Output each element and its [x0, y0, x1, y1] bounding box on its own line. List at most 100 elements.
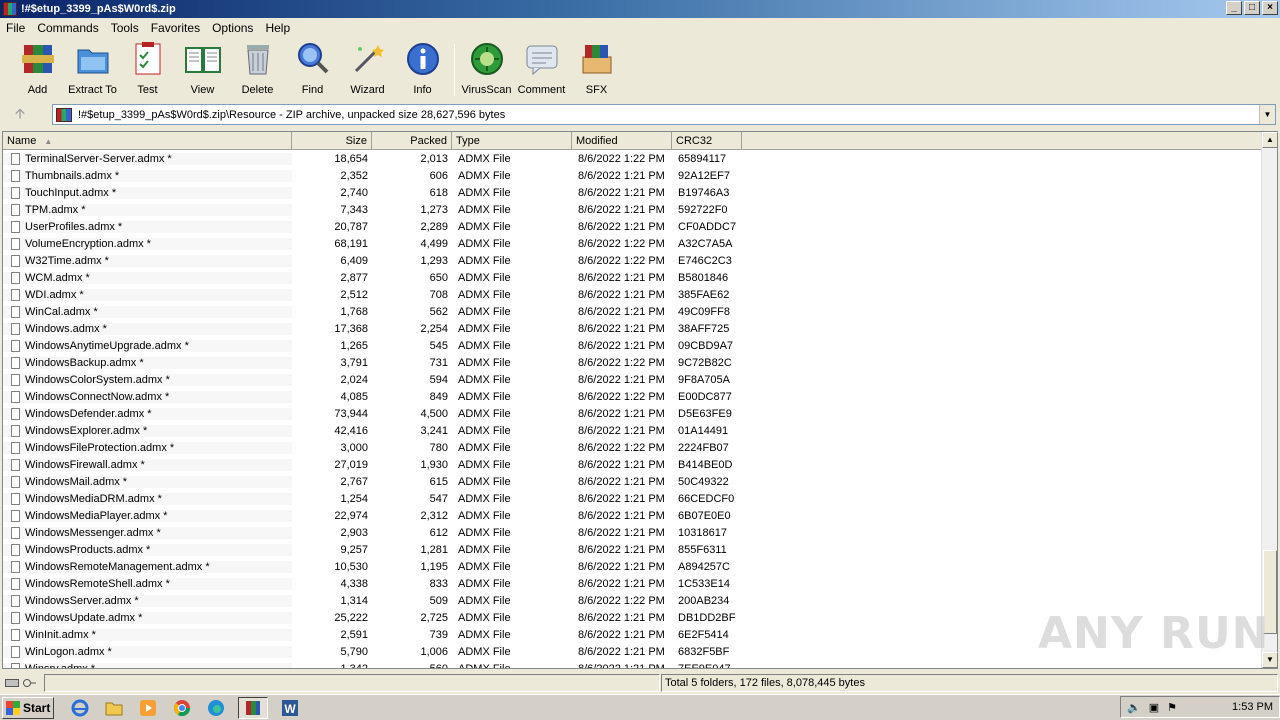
menu-favorites[interactable]: Favorites [145, 21, 206, 35]
cell-type: ADMX File [458, 220, 511, 233]
table-row[interactable]: WindowsMediaPlayer.admx * 22,974 2,312 ADMX… [3, 507, 1263, 524]
column-modified[interactable]: Modified [572, 132, 672, 150]
word-icon[interactable]: W [278, 697, 302, 719]
cell-type: ADMX File [458, 186, 511, 199]
table-row[interactable]: WindowsBackup.admx * 3,791 731 ADMX File 8/6… [3, 354, 1263, 371]
scroll-up-icon[interactable]: ▲ [1262, 132, 1278, 148]
column-crc32[interactable]: CRC32 [672, 132, 742, 150]
table-row[interactable]: TPM.admx * 7,343 1,273 ADMX File 8/6/2022 1:… [3, 201, 1263, 218]
test-button[interactable]: Test [120, 40, 175, 100]
view-label: View [190, 84, 215, 96]
table-row[interactable]: WDI.admx * 2,512 708 ADMX File 8/6/2022 1:21… [3, 286, 1263, 303]
table-row[interactable]: WindowsAnytimeUpgrade.admx * 1,265 545 ADMX… [3, 337, 1263, 354]
cell-crc32: E00DC877 [678, 390, 732, 403]
add-button[interactable]: Add [10, 40, 65, 100]
winrar-taskbar-icon[interactable] [238, 696, 268, 719]
title-bar[interactable]: !#$etup_3399_pAs$W0rd$.zip _ □ × [0, 0, 1280, 18]
menu-help[interactable]: Help [259, 21, 296, 35]
minimize-button[interactable]: _ [1226, 1, 1242, 15]
column-name[interactable]: Name ▲ [3, 132, 292, 150]
close-button[interactable]: × [1262, 1, 1278, 15]
extract-to-button[interactable]: Extract To [65, 40, 120, 100]
menu-options[interactable]: Options [206, 21, 259, 35]
table-row[interactable]: VolumeEncryption.admx * 68,191 4,499 ADMX F… [3, 235, 1263, 252]
address-bar[interactable]: !#$etup_3399_pAs$W0rd$.zip\Resource - ZI… [52, 104, 1276, 125]
cell-size: 27,019 [334, 458, 368, 471]
table-row[interactable]: WindowsMail.admx * 2,767 615 ADMX File 8/6/2… [3, 473, 1263, 490]
cell-crc32: 7EE9E047 [672, 663, 742, 669]
comment-button[interactable]: Comment [514, 40, 569, 100]
address-dropdown-icon[interactable]: ▼ [1259, 105, 1275, 124]
file-icon [11, 458, 20, 471]
up-arrow-icon[interactable]: 🡩 [0, 104, 40, 126]
cell-modified: 8/6/2022 1:21 PM [572, 663, 672, 669]
cell-type: ADMX File [458, 305, 511, 318]
table-row[interactable]: TouchInput.admx * 2,740 618 ADMX File 8/6/20… [3, 184, 1263, 201]
clock[interactable]: 1:53 PM [1232, 701, 1273, 713]
network-icon[interactable]: ▣ [1149, 701, 1159, 714]
table-row[interactable]: WindowsDefender.admx * 73,944 4,500 ADMX Fi… [3, 405, 1263, 422]
table-row[interactable]: WindowsProducts.admx * 9,257 1,281 ADMX Fil… [3, 541, 1263, 558]
menu-file[interactable]: File [0, 21, 31, 35]
window-title: !#$etup_3399_pAs$W0rd$.zip [21, 3, 176, 15]
table-row[interactable]: TerminalServer-Server.admx * 18,654 2,013 A… [3, 150, 1263, 167]
column-type[interactable]: Type [452, 132, 572, 150]
action-center-icon[interactable]: ⚑ [1167, 701, 1177, 714]
cell-crc32: 09CBD9A7 [678, 339, 734, 352]
table-row[interactable]: WindowsRemoteManagement.admx * 10,530 1,19… [3, 558, 1263, 575]
find-button[interactable]: Find [285, 40, 340, 100]
table-row[interactable]: WindowsMessenger.admx * 2,903 612 ADMX File… [3, 524, 1263, 541]
cell-packed: 1,281 [420, 543, 448, 556]
cell-modified: 8/6/2022 1:21 PM [578, 186, 665, 199]
cell-size: 4,338 [340, 577, 368, 590]
sfx-button[interactable]: SFX [569, 40, 624, 100]
cell-size: 2,740 [340, 186, 368, 199]
table-row[interactable]: WinCal.admx * 1,768 562 ADMX File 8/6/2022 1… [3, 303, 1263, 320]
cell-packed: 4,500 [420, 407, 448, 420]
table-row[interactable]: Thumbnails.admx * 2,352 606 ADMX File 8/6/20… [3, 167, 1263, 184]
table-row[interactable]: WindowsServer.admx * 1,314 509 ADMX File 8/6… [3, 592, 1263, 609]
start-label: Start [23, 700, 51, 715]
edge-icon[interactable] [204, 697, 228, 719]
table-row[interactable]: WindowsFirewall.admx * 27,019 1,930 ADMX Fi… [3, 456, 1263, 473]
table-row[interactable]: UserProfiles.admx * 20,787 2,289 ADMX File 8… [3, 218, 1263, 235]
table-row[interactable]: WindowsConnectNow.admx * 4,085 849 ADMX Fil… [3, 388, 1263, 405]
menu-commands[interactable]: Commands [31, 21, 104, 35]
drive-icon [5, 679, 19, 687]
table-row[interactable]: WindowsColorSystem.admx * 2,024 594 ADMX Fi… [3, 371, 1263, 388]
wizard-button[interactable]: Wizard [340, 40, 395, 100]
chrome-icon[interactable] [170, 697, 194, 719]
column-packed[interactable]: Packed [372, 132, 452, 150]
file-explorer-icon[interactable] [102, 697, 126, 719]
status-bar: Total 5 folders, 172 files, 8,078,445 by… [0, 673, 1280, 693]
address-path: !#$etup_3399_pAs$W0rd$.zip\Resource - ZI… [78, 108, 506, 121]
table-row[interactable]: WindowsRemoteShell.admx * 4,338 833 ADMX Fi… [3, 575, 1263, 592]
view-button[interactable]: View [175, 40, 230, 100]
file-name: WindowsMediaDRM.admx * [25, 492, 162, 505]
media-player-icon[interactable] [136, 697, 160, 719]
internet-explorer-icon[interactable] [68, 697, 92, 719]
cell-size: 7,343 [340, 203, 368, 216]
cell-name: WindowsFileProtection.admx * [3, 441, 292, 454]
menu-tools[interactable]: Tools [105, 21, 145, 35]
table-row[interactable]: WindowsFileProtection.admx * 3,000 780 ADMX… [3, 439, 1263, 456]
delete-button[interactable]: Delete [230, 40, 285, 100]
volume-icon[interactable]: 🔈 [1127, 701, 1141, 714]
table-row[interactable]: Winsrv.admx * 1,342560ADMX File8/6/2022 1… [3, 660, 1263, 668]
table-row[interactable]: W32Time.admx * 6,409 1,293 ADMX File 8/6/202… [3, 252, 1263, 269]
table-row[interactable]: WindowsMediaDRM.admx * 1,254 547 ADMX File 8… [3, 490, 1263, 507]
virusscan-button[interactable]: VirusScan [459, 40, 514, 100]
table-row[interactable]: WCM.admx * 2,877 650 ADMX File 8/6/2022 1:21… [3, 269, 1263, 286]
cell-modified: 8/6/2022 1:21 PM [578, 628, 665, 641]
column-size[interactable]: Size [292, 132, 372, 150]
cell-modified: 8/6/2022 1:21 PM [578, 373, 665, 386]
cell-type: ADMX File [458, 288, 511, 301]
table-row[interactable]: WindowsExplorer.admx * 42,416 3,241 ADMX Fi… [3, 422, 1263, 439]
info-button[interactable]: Info [395, 40, 450, 100]
table-row[interactable]: Windows.admx * 17,368 2,254 ADMX File 8/6/20… [3, 320, 1263, 337]
maximize-button[interactable]: □ [1244, 1, 1260, 15]
cell-packed: 547 [429, 492, 448, 505]
cell-size: 5,790 [340, 645, 368, 658]
start-button[interactable]: Start [2, 696, 54, 719]
vertical-scrollbar[interactable]: ▲ ▼ [1261, 132, 1278, 668]
